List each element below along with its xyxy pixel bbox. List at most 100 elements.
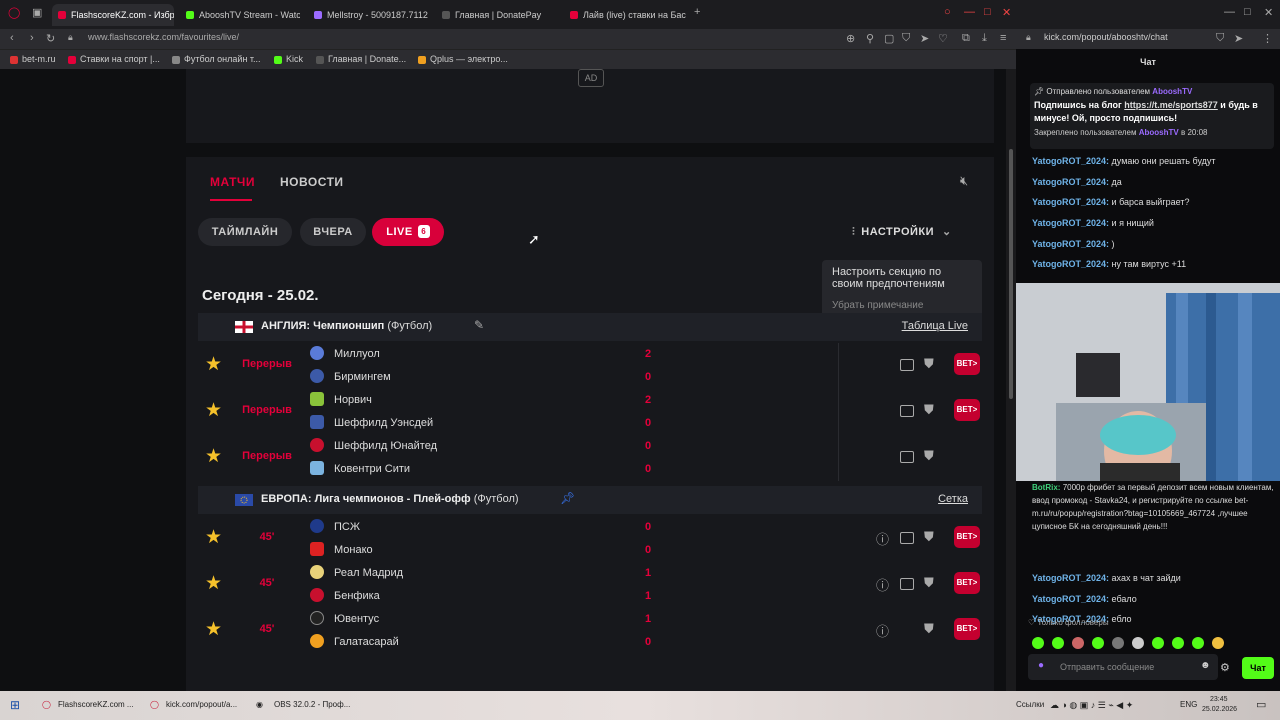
- filter-yesterday-button[interactable]: ВЧЕРА: [300, 218, 366, 246]
- bookmark-item[interactable]: Главная | Donate...: [316, 54, 406, 64]
- minimize-icon[interactable]: —: [1224, 6, 1235, 18]
- pin-icon[interactable]: ✎: [474, 318, 484, 332]
- bookmark-item[interactable]: Qplus — электро...: [418, 54, 508, 64]
- opera-taskbar-icon[interactable]: ◯: [42, 700, 51, 709]
- league-header[interactable]: АНГЛИЯ: Чемпионшип (Футбол) ✎ Таблица Li…: [198, 313, 982, 341]
- star-icon[interactable]: ★: [205, 353, 222, 376]
- star-icon[interactable]: ★: [205, 526, 222, 549]
- tab-donatepay[interactable]: Главная | DonatePay: [436, 4, 556, 26]
- language-indicator[interactable]: ENG: [1180, 700, 1197, 709]
- tab-mellstroy[interactable]: Mellstroy - 5009187.71122: [308, 4, 428, 26]
- chat-username[interactable]: YatogoROT_2024:: [1032, 573, 1109, 583]
- scrollbar-thumb[interactable]: [1009, 149, 1013, 399]
- page-scrollbar[interactable]: [1006, 69, 1016, 691]
- chat-username[interactable]: YatogoROT_2024:: [1032, 594, 1109, 604]
- emote-icons[interactable]: [1032, 635, 1232, 651]
- bookmark-item[interactable]: bet-m.ru: [10, 54, 56, 64]
- chat-username[interactable]: YatogoROT_2024:: [1032, 218, 1109, 228]
- tab-matches[interactable]: МАТЧИ: [210, 175, 255, 189]
- chat-username[interactable]: YatogoROT_2024:: [1032, 259, 1109, 269]
- star-icon[interactable]: ★: [205, 572, 222, 595]
- chat-username[interactable]: YatogoROT_2024:: [1032, 156, 1109, 166]
- clock-date[interactable]: 25.02.2026: [1202, 706, 1237, 713]
- menu-icon[interactable]: ⋮: [1262, 32, 1273, 45]
- camera-icon[interactable]: ▢: [884, 32, 894, 45]
- shirt-icon[interactable]: ⛊: [924, 402, 934, 418]
- taskbar-item[interactable]: FlashscoreKZ.com ...: [58, 700, 134, 709]
- match-row[interactable]: ★ Перерыв Шеффилд Юнайтед Ковентри Сити …: [198, 435, 982, 481]
- league-header[interactable]: ЕВРОПА: Лига чемпионов - Плей-офф (Футбо…: [198, 486, 982, 514]
- star-icon[interactable]: ★: [205, 399, 222, 422]
- chat-input[interactable]: ● Отправить сообщение ☻: [1028, 654, 1218, 680]
- opera-logo-icon[interactable]: ◯: [8, 6, 20, 19]
- shirt-icon[interactable]: ⛊: [924, 621, 934, 637]
- pin-icon[interactable]: 📌︎: [560, 491, 575, 505]
- emoji-icon[interactable]: ☻: [1200, 660, 1211, 671]
- chat-username[interactable]: YatogoROT_2024:: [1032, 197, 1109, 207]
- shirt-icon[interactable]: ⛊: [924, 448, 934, 464]
- tab-kick[interactable]: AbooshTV Stream - Watc: [180, 4, 300, 26]
- bet-button[interactable]: BET>: [954, 526, 980, 548]
- forward-icon[interactable]: ›: [30, 32, 34, 44]
- obs-icon[interactable]: ◉: [256, 700, 263, 709]
- bookmark-item[interactable]: Футбол онлайн т...: [172, 54, 261, 64]
- info-icon[interactable]: ⓘ: [876, 621, 889, 640]
- clock-time[interactable]: 23:45: [1210, 696, 1228, 703]
- chat-username[interactable]: YatogoROT_2024:: [1032, 239, 1109, 249]
- maximize-icon[interactable]: □: [1244, 6, 1251, 18]
- extensions-icon[interactable]: ⧉: [962, 32, 970, 45]
- search-icon[interactable]: ○: [944, 6, 951, 18]
- tooltip-dismiss-link[interactable]: Убрать примечание: [832, 300, 972, 311]
- pinned-link[interactable]: https://t.me/sports877: [1124, 100, 1218, 110]
- star-icon[interactable]: ★: [205, 618, 222, 641]
- match-row[interactable]: ★ 45' Ювентус Галатасарай 1 0 ⓘ ⛊ BET>: [198, 608, 982, 654]
- download-icon[interactable]: ⤓: [982, 32, 987, 45]
- new-tab-icon[interactable]: +: [694, 6, 700, 18]
- tray-icons[interactable]: ☁ ◑ ◍ ▣ ♪ ☰ ⌁ ◀ ✦: [1050, 700, 1133, 711]
- tv-icon[interactable]: [900, 532, 914, 544]
- close-icon[interactable]: ✕: [1002, 6, 1011, 19]
- send-icon[interactable]: ➤: [1234, 32, 1243, 45]
- close-icon[interactable]: ✕: [1264, 6, 1273, 19]
- shield-icon[interactable]: ⛉: [902, 32, 910, 45]
- bracket-link[interactable]: Сетка: [938, 493, 968, 505]
- chat-username[interactable]: BotRix:: [1032, 483, 1060, 492]
- gear-icon[interactable]: ⚙: [1220, 661, 1230, 674]
- info-icon[interactable]: ⓘ: [876, 575, 889, 594]
- shield-icon[interactable]: ⛉: [1216, 32, 1224, 45]
- tv-icon[interactable]: [900, 451, 914, 463]
- shirt-icon[interactable]: ⛊: [924, 356, 934, 372]
- links-label[interactable]: Ссылки: [1016, 700, 1044, 709]
- menu-icon[interactable]: ≡: [1000, 32, 1006, 44]
- tv-icon[interactable]: [900, 405, 914, 417]
- tab-news[interactable]: НОВОСТИ: [280, 175, 344, 189]
- match-row[interactable]: ★ 45' Реал Мадрид Бенфика 1 1 ⓘ ⛊ BET>: [198, 562, 982, 608]
- windows-start-icon[interactable]: ⊞: [10, 698, 20, 712]
- bet-button[interactable]: BET>: [954, 618, 980, 640]
- heart-icon[interactable]: ♡: [938, 32, 948, 45]
- filter-live-button[interactable]: LIVE 6: [372, 218, 444, 246]
- bet-button[interactable]: BET>: [954, 353, 980, 375]
- shirt-icon[interactable]: ⛊: [924, 529, 934, 545]
- address-input[interactable]: www.flashscorekz.com/favourites/live/: [88, 32, 239, 42]
- zoom-icon[interactable]: ⊕: [846, 32, 855, 45]
- filter-timeline-button[interactable]: ТАЙМЛАЙН: [198, 218, 292, 246]
- tabs-icon[interactable]: ▣: [32, 6, 42, 19]
- minimize-icon[interactable]: —: [964, 6, 975, 18]
- taskbar-item[interactable]: kick.com/popout/a...: [166, 700, 237, 709]
- bookmark-item[interactable]: Kick: [274, 54, 303, 64]
- chat-send-button[interactable]: Чат: [1242, 657, 1274, 679]
- send-icon[interactable]: ➤: [920, 32, 929, 45]
- bookmark-icon[interactable]: ⚲: [866, 32, 874, 45]
- settings-button[interactable]: ⫶ НАСТРОЙКИ ⌄: [852, 225, 952, 239]
- maximize-icon[interactable]: □: [984, 6, 991, 18]
- tab-flashscore[interactable]: FlashscoreKZ.com - Избр: [52, 4, 174, 26]
- tv-icon[interactable]: [900, 359, 914, 371]
- chat-username[interactable]: YatogoROT_2024:: [1032, 177, 1109, 187]
- notifications-icon[interactable]: ▭: [1256, 698, 1266, 711]
- star-icon[interactable]: ★: [205, 445, 222, 468]
- microphone-icon[interactable]: ●: [1038, 660, 1044, 671]
- chat-address-input[interactable]: kick.com/popout/abooshtv/chat: [1044, 32, 1168, 42]
- bet-button[interactable]: BET>: [954, 399, 980, 421]
- emote-bar[interactable]: [1032, 635, 1232, 651]
